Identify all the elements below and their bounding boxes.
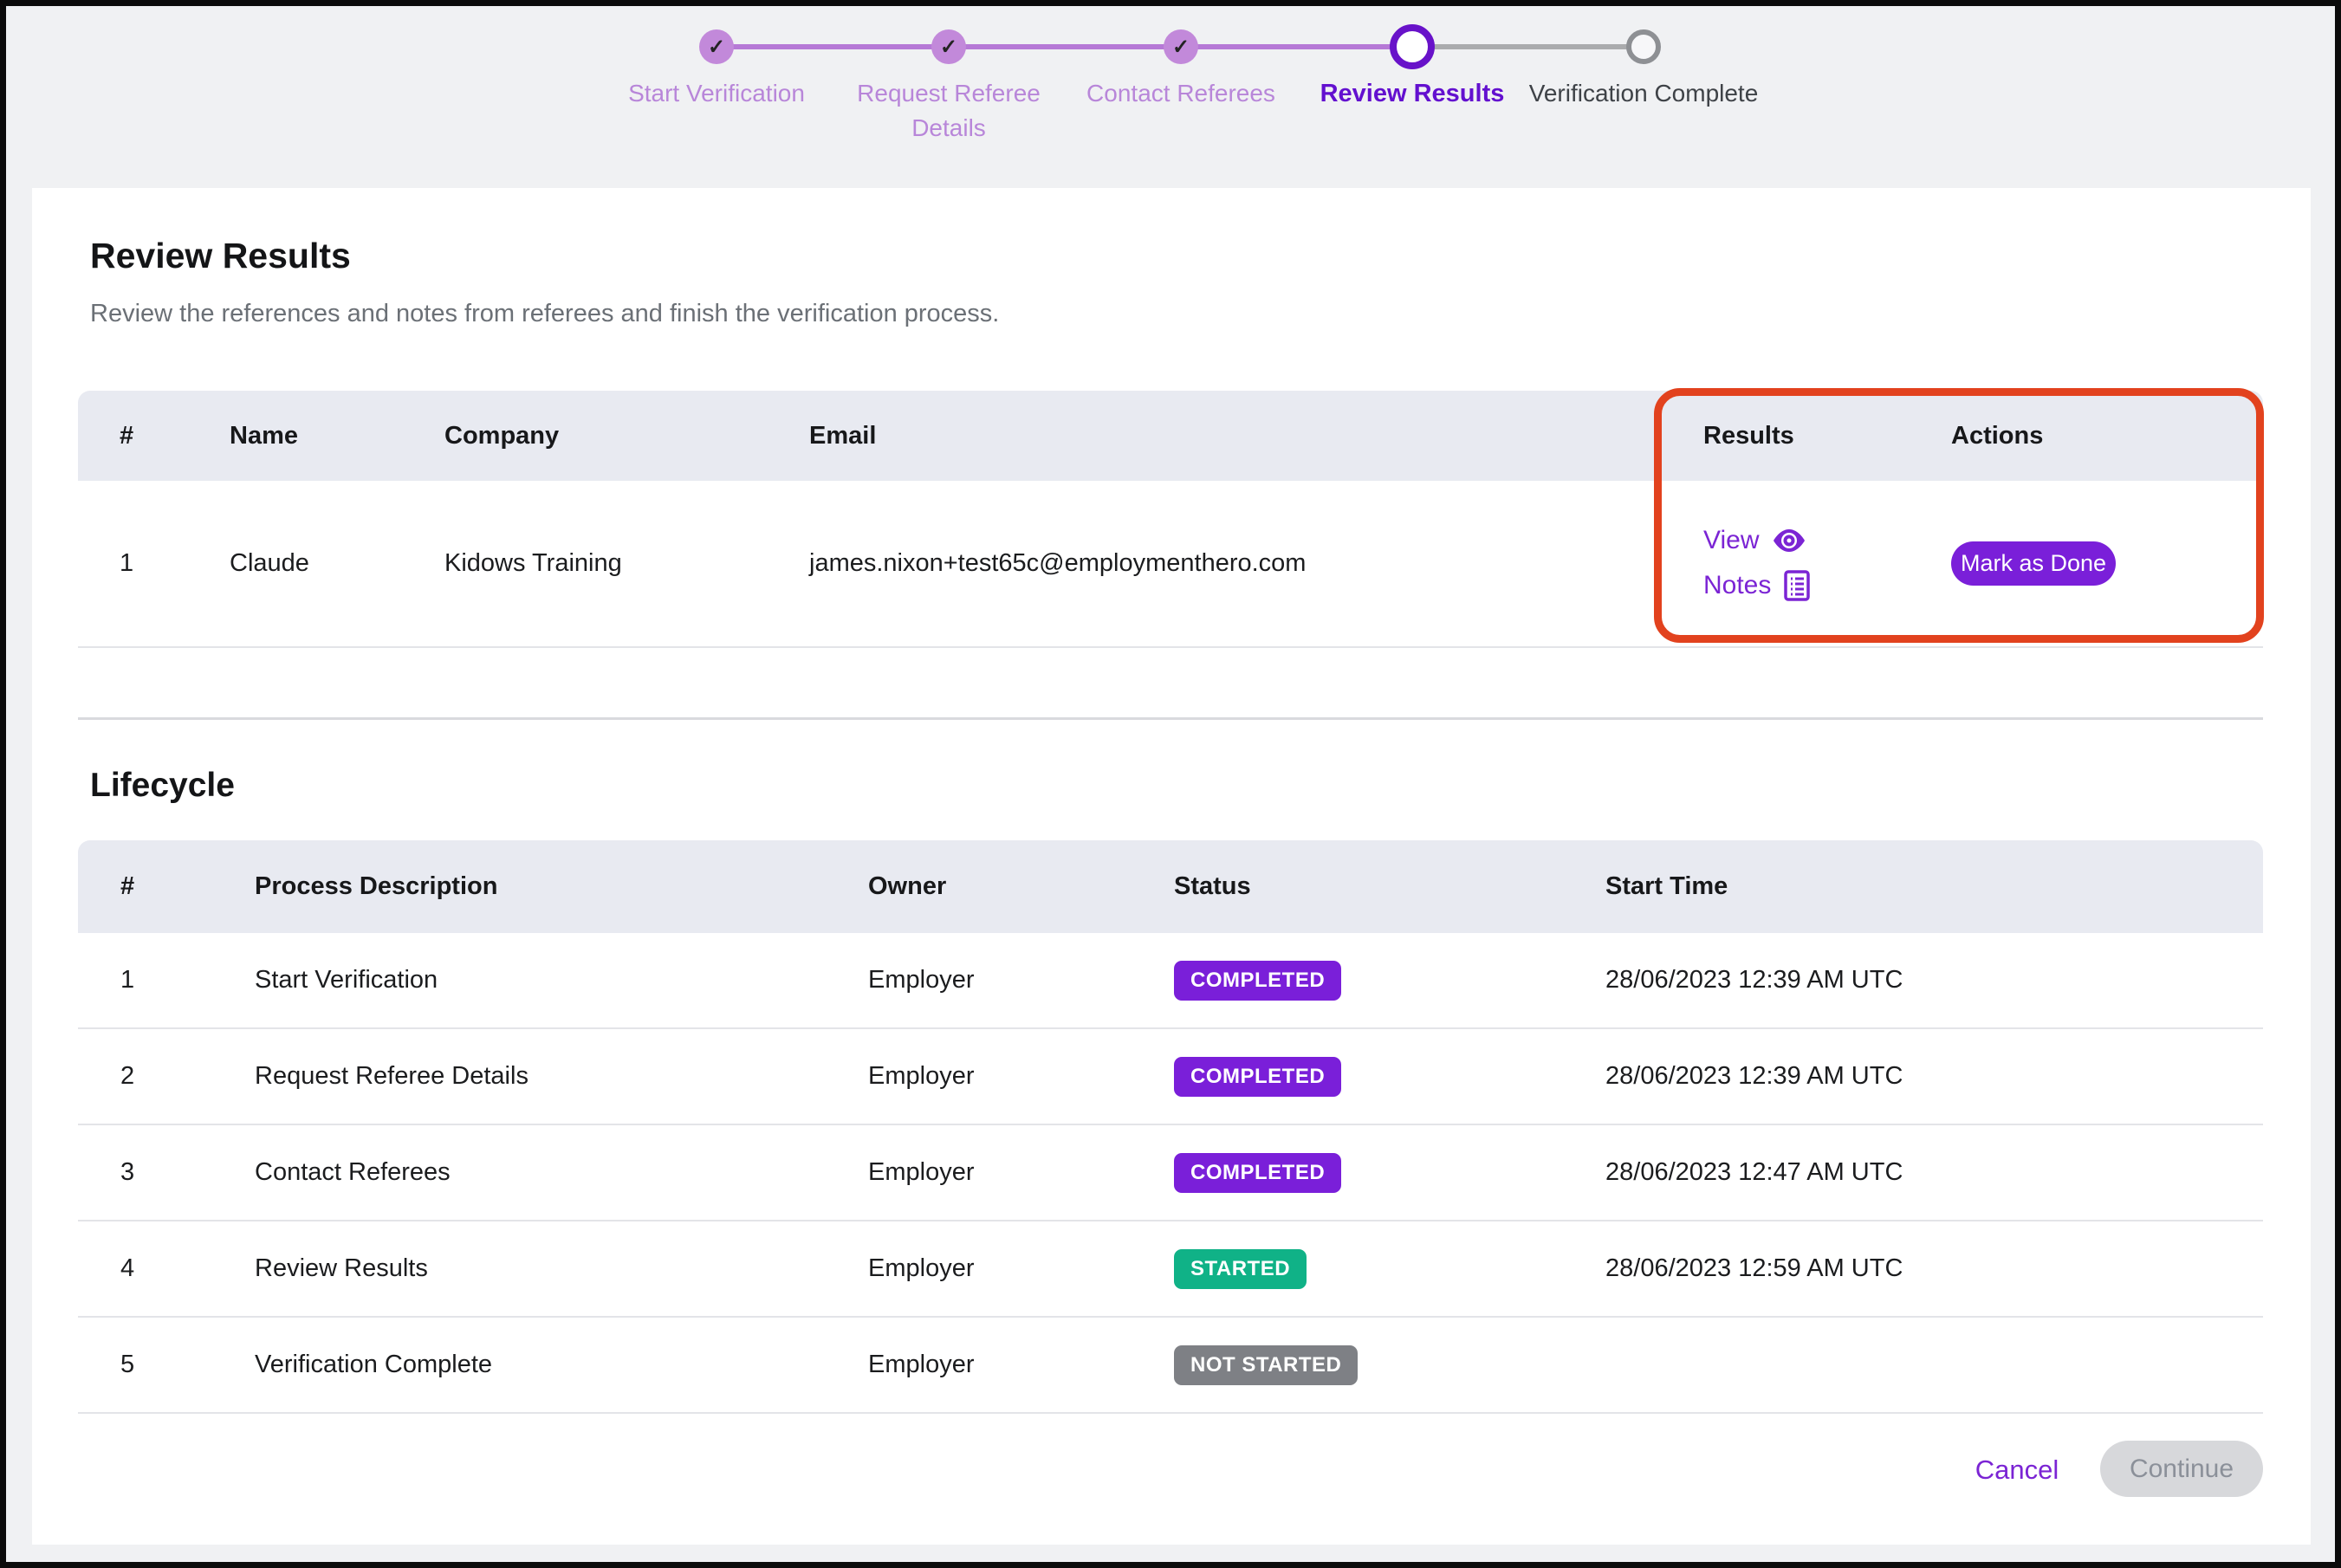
column-header-num: # bbox=[120, 872, 255, 901]
status-badge: NOT STARTED bbox=[1174, 1345, 1358, 1385]
eye-icon bbox=[1771, 528, 1807, 554]
status-cell: COMPLETED bbox=[1174, 961, 1605, 1001]
start-time: 28/06/2023 12:39 AM UTC bbox=[1605, 1062, 2263, 1091]
page-subtitle: Review the references and notes from ref… bbox=[90, 300, 999, 328]
row-num: 5 bbox=[120, 1351, 255, 1379]
owner: Employer bbox=[868, 1062, 1174, 1091]
status-cell: NOT STARTED bbox=[1174, 1345, 1605, 1385]
check-icon: ✓ bbox=[940, 35, 957, 60]
lifecycle-table-header: # Process Description Owner Status Start… bbox=[78, 840, 2263, 933]
lifecycle-title: Lifecycle bbox=[90, 767, 235, 805]
verification-review-screen: ✓ ✓ ✓ Start Verification Request Referee… bbox=[0, 0, 2341, 1568]
process-description: Contact Referees bbox=[255, 1158, 868, 1187]
table-bottom-spacer bbox=[78, 648, 2263, 720]
status-cell: COMPLETED bbox=[1174, 1153, 1605, 1193]
column-header-start-time: Start Time bbox=[1605, 872, 2263, 901]
status-badge: COMPLETED bbox=[1174, 1057, 1341, 1097]
row-num: 2 bbox=[120, 1062, 255, 1091]
column-header-actions: Actions bbox=[1951, 422, 2263, 450]
notes-link[interactable]: Notes bbox=[1703, 569, 1811, 602]
continue-button[interactable]: Continue bbox=[2100, 1441, 2263, 1497]
notes-link-label: Notes bbox=[1703, 571, 1771, 600]
results-cell: View Notes bbox=[1703, 526, 1951, 602]
column-header-company: Company bbox=[444, 422, 809, 450]
content-card: Review Results Review the references and… bbox=[32, 188, 2311, 1545]
row-num: 1 bbox=[120, 966, 255, 995]
process-description: Request Referee Details bbox=[255, 1062, 868, 1091]
column-header-process-description: Process Description bbox=[255, 872, 868, 901]
lifecycle-row: 5 Verification Complete Employer NOT STA… bbox=[78, 1318, 2263, 1414]
lifecycle-row: 1 Start Verification Employer COMPLETED … bbox=[78, 933, 2263, 1029]
start-time: 28/06/2023 12:59 AM UTC bbox=[1605, 1254, 2263, 1283]
lifecycle-row: 3 Contact Referees Employer COMPLETED 28… bbox=[78, 1125, 2263, 1221]
lifecycle-row: 4 Review Results Employer STARTED 28/06/… bbox=[78, 1221, 2263, 1318]
status-badge: STARTED bbox=[1174, 1249, 1307, 1289]
column-header-results: Results bbox=[1703, 422, 1951, 450]
check-icon: ✓ bbox=[1172, 35, 1190, 60]
owner: Employer bbox=[868, 1158, 1174, 1187]
view-link-label: View bbox=[1703, 526, 1759, 555]
page-title: Review Results bbox=[90, 236, 351, 276]
referee-row: 1 Claude Kidows Training james.nixon+tes… bbox=[78, 481, 2263, 648]
step-circle-request-referee-details[interactable]: ✓ bbox=[931, 29, 966, 64]
referee-company: Kidows Training bbox=[444, 549, 809, 578]
column-header-email: Email bbox=[809, 422, 1703, 450]
cancel-button[interactable]: Cancel bbox=[1975, 1455, 2059, 1486]
lifecycle-table: # Process Description Owner Status Start… bbox=[78, 840, 2263, 1414]
row-num: 4 bbox=[120, 1254, 255, 1283]
actions-cell: Mark as Done bbox=[1951, 541, 2263, 586]
step-label-start-verification: Start Verification bbox=[569, 76, 864, 111]
owner: Employer bbox=[868, 1254, 1174, 1283]
process-description: Review Results bbox=[255, 1254, 868, 1283]
status-cell: COMPLETED bbox=[1174, 1057, 1605, 1097]
step-label-verification-complete: Verification Complete bbox=[1488, 76, 1800, 111]
notes-icon bbox=[1783, 569, 1811, 602]
column-header-owner: Owner bbox=[868, 872, 1174, 901]
referee-name: Claude bbox=[230, 549, 444, 578]
process-description: Verification Complete bbox=[255, 1351, 868, 1379]
step-circle-start-verification[interactable]: ✓ bbox=[699, 29, 734, 64]
step-circle-review-results[interactable] bbox=[1390, 24, 1435, 69]
referee-email: james.nixon+test65c@employmenthero.com bbox=[809, 549, 1703, 578]
stepper-connector-upcoming bbox=[1412, 44, 1644, 49]
check-icon: ✓ bbox=[708, 35, 725, 60]
step-circle-verification-complete[interactable] bbox=[1626, 29, 1661, 64]
start-time: 28/06/2023 12:47 AM UTC bbox=[1605, 1158, 2263, 1187]
lifecycle-row: 2 Request Referee Details Employer COMPL… bbox=[78, 1029, 2263, 1125]
step-label-request-referee-details: Request Referee Details bbox=[848, 76, 1049, 146]
view-link[interactable]: View bbox=[1703, 526, 1807, 555]
row-num: 3 bbox=[120, 1158, 255, 1187]
owner: Employer bbox=[868, 966, 1174, 995]
step-circle-contact-referees[interactable]: ✓ bbox=[1164, 29, 1198, 64]
start-time: 28/06/2023 12:39 AM UTC bbox=[1605, 966, 2263, 995]
column-header-status: Status bbox=[1174, 872, 1605, 901]
column-header-name: Name bbox=[230, 422, 444, 450]
mark-as-done-button[interactable]: Mark as Done bbox=[1951, 541, 2116, 586]
stepper-connector-completed bbox=[717, 44, 1412, 49]
referees-table: # Name Company Email Results Actions 1 C… bbox=[78, 391, 2263, 720]
referees-table-header: # Name Company Email Results Actions bbox=[78, 391, 2263, 481]
referee-num: 1 bbox=[120, 549, 230, 578]
status-cell: STARTED bbox=[1174, 1249, 1605, 1289]
status-badge: COMPLETED bbox=[1174, 1153, 1341, 1193]
status-badge: COMPLETED bbox=[1174, 961, 1341, 1001]
owner: Employer bbox=[868, 1351, 1174, 1379]
process-description: Start Verification bbox=[255, 966, 868, 995]
stepper: ✓ ✓ ✓ Start Verification Request Referee… bbox=[6, 6, 2335, 188]
column-header-num: # bbox=[120, 422, 230, 450]
